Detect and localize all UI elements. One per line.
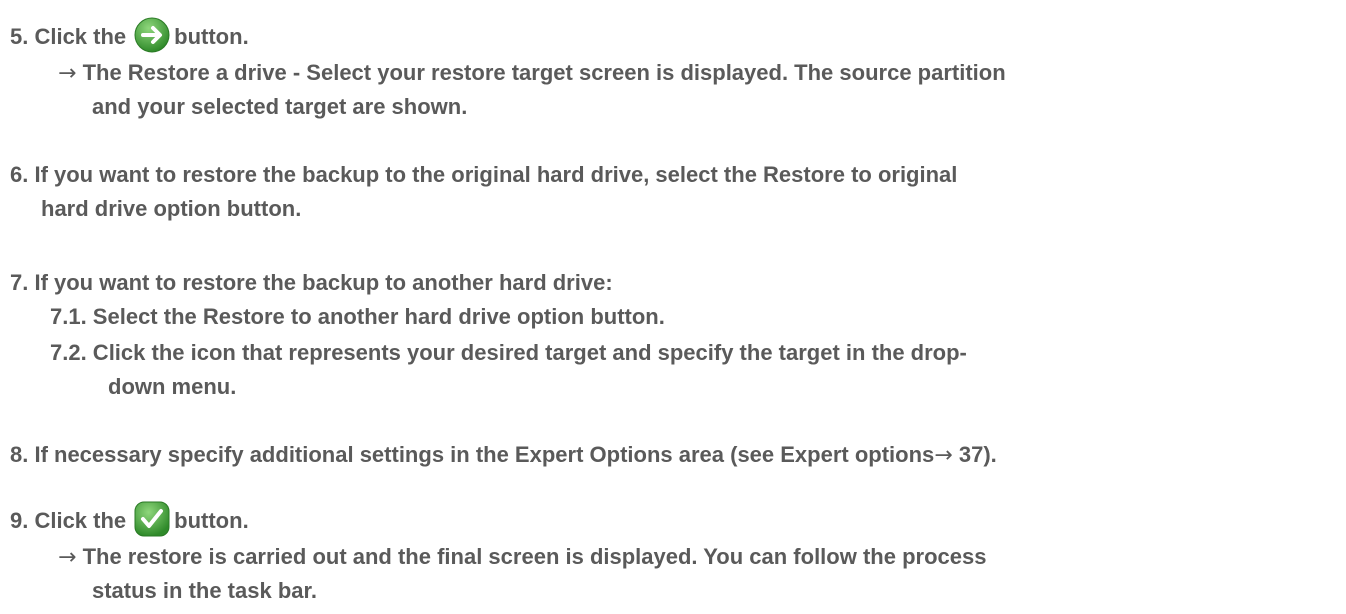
step-6-text-1: 6. If you want to restore the backup to … (10, 162, 958, 187)
step-9-suffix: button. (174, 508, 249, 533)
step-7-1-text: 7.1. Select the Restore to another hard … (50, 304, 665, 329)
step-5-result-text-1: The Restore a drive - Select your restor… (82, 60, 1006, 85)
step-5-result-text-2: and your selected target are shown. (92, 94, 468, 119)
step-7-2-text-1: 7.2. Click the icon that represents your… (50, 340, 967, 365)
step-5-result-line-1: → The Restore a drive - Select your rest… (58, 56, 1006, 91)
step-7-2-text-2: down menu. (108, 374, 237, 399)
step-7-text: 7. If you want to restore the backup to … (10, 270, 613, 295)
step-6-text-2: hard drive option button. (41, 196, 302, 221)
step-8-line: 8. If necessary specify additional setti… (10, 438, 997, 473)
step-5-line: 5. Click the button. (10, 17, 249, 54)
step-8-page-ref[interactable]: 37). (959, 442, 997, 467)
step-9-line: 9. Click the button. (10, 501, 249, 538)
forward-arrow-icon (134, 17, 170, 53)
step-9-prefix: 9. Click the (10, 508, 127, 533)
step-5-prefix: 5. Click the (10, 24, 127, 49)
result-arrow: → (58, 545, 77, 570)
step-9-result-line-1: → The restore is carried out and the fin… (58, 540, 986, 575)
step-9-result-text-2: status in the task bar. (92, 578, 317, 603)
result-arrow: → (58, 61, 77, 86)
step-5-suffix: button. (174, 24, 249, 49)
step-9-result-text-1: The restore is carried out and the final… (82, 544, 987, 569)
reference-arrow: → (934, 443, 953, 468)
checkmark-icon (134, 501, 170, 537)
step-8-text: 8. If necessary specify additional setti… (10, 442, 935, 467)
